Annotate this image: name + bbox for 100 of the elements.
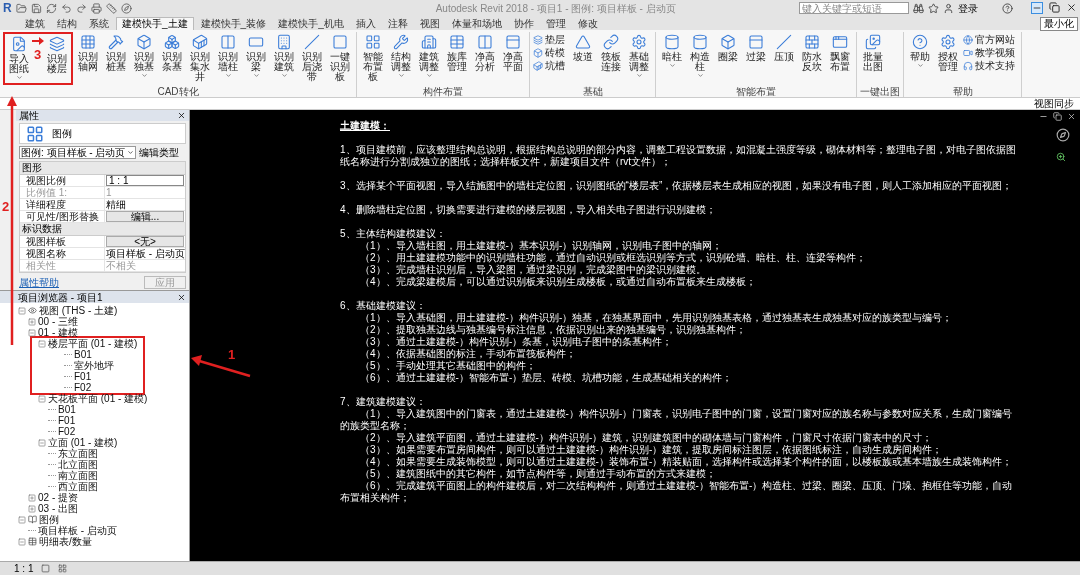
- ribbon-button[interactable]: 识别桩基: [103, 32, 129, 82]
- tree-item[interactable]: 北立面图: [58, 459, 98, 470]
- tree-item[interactable]: 楼层平面 (01 - 建模): [48, 338, 138, 349]
- search-field[interactable]: 键入关键字或短语: [799, 2, 909, 14]
- redo-icon[interactable]: [75, 2, 87, 14]
- ribbon-tab[interactable]: 建筑: [20, 18, 50, 30]
- ribbon-button[interactable]: 识别集水井: [187, 32, 213, 82]
- ribbon-button[interactable]: 建筑调整: [416, 32, 442, 82]
- ribbon-small-button[interactable]: 技术支持: [963, 60, 1015, 72]
- expand-icon[interactable]: [28, 493, 36, 502]
- tree-item[interactable]: 立面 (01 - 建模): [48, 437, 118, 448]
- ribbon-tab[interactable]: 插入: [350, 18, 381, 30]
- tree-item[interactable]: 视图 (THS - 土建): [39, 305, 118, 316]
- tree-item[interactable]: F01: [58, 415, 76, 426]
- scale-label[interactable]: 1 : 1: [14, 563, 34, 574]
- ribbon-tab[interactable]: 建模快手_机电: [273, 18, 349, 30]
- ribbon-button[interactable]: 筏板连接: [598, 32, 624, 79]
- ribbon-tab[interactable]: 结构: [52, 18, 82, 30]
- tree-item[interactable]: 明细表/数量: [39, 536, 92, 547]
- ribbon-button[interactable]: 识别轴网: [75, 32, 101, 82]
- tree-item[interactable]: F01: [74, 371, 92, 382]
- navigation-wheel-icon[interactable]: [1056, 128, 1070, 142]
- ribbon-tab[interactable]: 建模快手_装修: [195, 18, 272, 30]
- ribbon-tab[interactable]: 系统: [84, 18, 114, 30]
- sync-icon[interactable]: [45, 2, 57, 14]
- sign-in-link[interactable]: 登录: [958, 0, 978, 16]
- ribbon-button[interactable]: 净高平面: [500, 32, 526, 82]
- close-icon[interactable]: [177, 111, 186, 120]
- app-logo[interactable]: R: [3, 1, 12, 15]
- ribbon-button[interactable]: 导入图纸: [6, 34, 32, 81]
- ribbon-button[interactable]: 结构调整: [388, 32, 414, 82]
- ribbon-tab[interactable]: 管理: [540, 18, 571, 30]
- edit-type-button[interactable]: 编辑类型: [139, 147, 180, 158]
- ribbon-tab[interactable]: 视图: [414, 18, 445, 30]
- ribbon-button[interactable]: 识别独基: [131, 32, 157, 82]
- ribbon-button[interactable]: 压顶: [771, 32, 797, 79]
- tree-item[interactable]: 00 - 三维: [38, 316, 78, 327]
- tree-item[interactable]: F02: [58, 426, 76, 437]
- tree-item[interactable]: 室外地坪: [74, 360, 114, 371]
- ribbon-button[interactable]: 识别后浇带: [299, 32, 325, 82]
- ruler-icon[interactable]: [105, 2, 117, 14]
- ribbon-tab[interactable]: 修改: [572, 18, 603, 30]
- tree-item[interactable]: 图例: [39, 514, 59, 525]
- close-icon[interactable]: [1066, 2, 1077, 13]
- close-icon[interactable]: [177, 292, 186, 302]
- ribbon-button[interactable]: 智能布置板: [360, 32, 386, 82]
- ribbon-button[interactable]: 坡道: [570, 32, 596, 79]
- help-icon[interactable]: [1002, 2, 1013, 14]
- grid-icon[interactable]: [58, 564, 68, 573]
- binoculars-icon[interactable]: [913, 2, 924, 14]
- ribbon-small-button[interactable]: 砖模: [533, 47, 565, 59]
- collapse-icon[interactable]: [28, 328, 36, 337]
- ribbon-button[interactable]: 批量出图: [860, 32, 886, 72]
- ribbon-button[interactable]: 圈梁: [715, 32, 741, 79]
- tree-item[interactable]: 南立面图: [58, 470, 98, 481]
- ribbon-small-button[interactable]: 官方网站: [963, 34, 1015, 46]
- ribbon-tab[interactable]: 注释: [382, 18, 413, 30]
- tree-item[interactable]: 02 - 提资: [38, 492, 78, 503]
- ribbon-small-button[interactable]: 坑槽: [533, 60, 565, 72]
- ribbon-button[interactable]: 识别建筑: [271, 32, 297, 82]
- ribbon-small-button[interactable]: 垫层: [533, 34, 565, 46]
- property-button[interactable]: 编辑...: [106, 211, 184, 222]
- tree-item[interactable]: 项目样板 - 启动页: [38, 525, 117, 536]
- property-field[interactable]: 1 : 1: [106, 175, 184, 186]
- square-icon[interactable]: [41, 564, 51, 573]
- ribbon-button[interactable]: 过梁: [743, 32, 769, 79]
- tree-item[interactable]: 西立面图: [58, 481, 98, 492]
- undo-icon[interactable]: [60, 2, 72, 14]
- property-button[interactable]: <无>: [106, 236, 184, 247]
- compass-icon[interactable]: [120, 2, 132, 14]
- ribbon-button[interactable]: 基础调整: [626, 32, 652, 79]
- ribbon-button[interactable]: 识别梁: [243, 32, 269, 82]
- ribbon-button[interactable]: 飘窗布置: [827, 32, 853, 79]
- ribbon-tab[interactable]: 体量和场地: [446, 18, 507, 30]
- ribbon-tab[interactable]: 协作: [508, 18, 539, 30]
- tree-item[interactable]: B01: [58, 404, 76, 415]
- tree-item[interactable]: F02: [74, 382, 92, 393]
- ribbon-button[interactable]: 防水反坎: [799, 32, 825, 79]
- star-icon[interactable]: [928, 2, 939, 14]
- user-icon[interactable]: [943, 2, 954, 14]
- save-icon[interactable]: [30, 2, 42, 14]
- ribbon-button[interactable]: 识别条基: [159, 32, 185, 82]
- ribbon-button[interactable]: 一键识别板: [327, 32, 353, 82]
- tree-item[interactable]: 天花板平面 (01 - 建模): [48, 393, 148, 404]
- tree-item[interactable]: 01 - 建模: [38, 327, 78, 338]
- ribbon-button[interactable]: 识别墙柱: [215, 32, 241, 82]
- collapse-icon[interactable]: [38, 394, 46, 403]
- restore-icon[interactable]: [1053, 112, 1062, 121]
- ribbon-button[interactable]: 构造柱: [687, 32, 713, 79]
- restore-icon[interactable]: [1049, 2, 1060, 13]
- tree-item[interactable]: 03 - 出图: [38, 503, 78, 514]
- print-icon[interactable]: [90, 2, 102, 14]
- ribbon-button[interactable]: 识别楼层: [44, 34, 70, 81]
- tree-item[interactable]: 东立面图: [58, 448, 98, 459]
- ribbon-button[interactable]: 净高分析: [472, 32, 498, 82]
- help-link[interactable]: 属性帮助: [19, 275, 59, 290]
- folder-icon[interactable]: [15, 2, 27, 14]
- ribbon-button[interactable]: 暗柱: [659, 32, 685, 79]
- ribbon-button[interactable]: 授权管理: [935, 32, 961, 72]
- ribbon-tab[interactable]: 建模快手_土建: [116, 17, 194, 30]
